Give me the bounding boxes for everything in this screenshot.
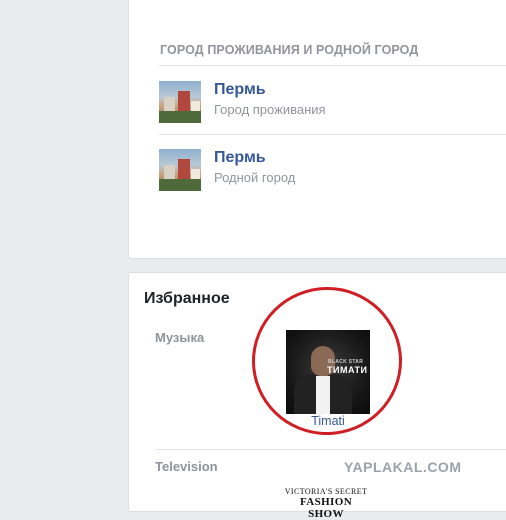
album-cover-image[interactable]: BLACK STAR ТИМАТИ bbox=[286, 330, 370, 414]
hometown-link[interactable]: Пермь bbox=[214, 149, 266, 167]
tv-show-logo[interactable]: VICTORIA'S SECRET FASHION SHOW bbox=[284, 488, 368, 520]
places-heading: ГОРОД ПРОЖИВАНИЯ И РОДНОЙ ГОРОД bbox=[160, 43, 419, 57]
hometown-label: Родной город bbox=[214, 170, 296, 185]
music-item-link[interactable]: Timati bbox=[286, 414, 370, 428]
places-card: ГОРОД ПРОЖИВАНИЯ И РОДНОЙ ГОРОД Пермь Го… bbox=[128, 0, 506, 259]
favorites-card: Избранное Музыка BLACK STAR ТИМАТИ Timat… bbox=[128, 272, 506, 520]
tv-logo-line2: FASHION SHOW bbox=[299, 496, 353, 520]
place-row-current-city[interactable]: Пермь Город проживания bbox=[159, 81, 499, 125]
current-city-link[interactable]: Пермь bbox=[214, 81, 266, 99]
favorites-title: Избранное bbox=[144, 290, 230, 307]
album-cover-name-text: ТИМАТИ bbox=[327, 365, 368, 375]
city-photo-thumbnail[interactable] bbox=[159, 81, 201, 123]
television-label: Television bbox=[155, 459, 218, 474]
heading-divider bbox=[159, 65, 506, 66]
site-watermark: YAPLAKAL.COM bbox=[344, 459, 462, 475]
current-city-label: Город проживания bbox=[214, 102, 326, 117]
row-divider bbox=[159, 134, 506, 135]
tv-logo-line1: VICTORIA'S SECRET bbox=[284, 487, 368, 496]
hometown-photo-thumbnail[interactable] bbox=[159, 149, 201, 191]
section-divider bbox=[155, 449, 506, 450]
place-row-hometown[interactable]: Пермь Родной город bbox=[159, 149, 499, 193]
music-label: Музыка bbox=[155, 330, 205, 345]
